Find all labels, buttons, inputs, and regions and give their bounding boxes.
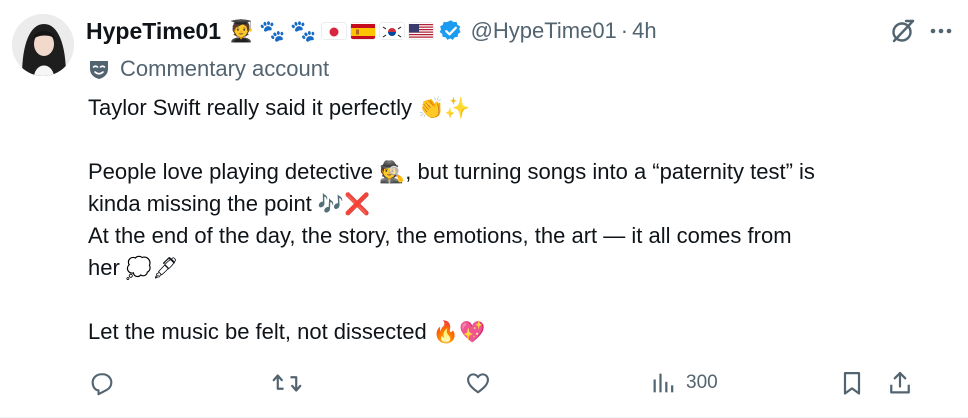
text-line: her 💭🖋 (88, 252, 938, 284)
handle[interactable]: @HypeTime01 (471, 18, 617, 44)
retweet-icon (272, 374, 302, 392)
commentary-account-label: Commentary account (88, 54, 329, 84)
more-options-icon[interactable] (926, 16, 956, 46)
text-line-3: kinda missing the point (88, 191, 312, 216)
name-emojis: 🧑‍🎓 🐾 🐾 (228, 18, 433, 44)
japan-flag-icon (321, 23, 346, 39)
text-line-2b: , but turning songs into a “paternity te… (405, 159, 815, 184)
paw-emoji: 🐾 (290, 18, 317, 43)
south-korea-flag-icon (379, 23, 404, 39)
reply-button[interactable] (88, 366, 116, 400)
theater-mask-icon (90, 61, 108, 79)
views-button[interactable]: 300 (650, 366, 718, 400)
text-line: Taylor Swift really said it perfectly 👏✨ (88, 92, 938, 124)
share-icon (890, 371, 910, 394)
text-line-2a: People love playing detective (88, 159, 373, 184)
clap-sparkle-emoji: 👏✨ (418, 96, 471, 120)
text-line: kinda missing the point 🎶❌ (88, 188, 938, 220)
share-button[interactable] (886, 366, 914, 400)
views-icon (653, 373, 674, 393)
avatar[interactable] (12, 14, 74, 76)
text-line-1: Taylor Swift really said it perfectly (88, 95, 412, 120)
views-count: 300 (686, 372, 718, 393)
reply-icon (91, 373, 113, 396)
grok-icon (892, 19, 915, 43)
tweet-text: Taylor Swift really said it perfectly 👏✨… (88, 92, 938, 348)
fire-heart-emoji: 🔥💖 (432, 320, 486, 344)
text-line: People love playing detective 🕵, but tur… (88, 156, 938, 188)
music-cross-emoji: 🎶❌ (317, 192, 371, 216)
thought-pen-emoji: 💭🖋 (125, 256, 179, 280)
separator-dot: · (620, 18, 629, 43)
grok-button[interactable] (888, 16, 918, 46)
avatar-image (12, 14, 74, 76)
action-bar: 300 (88, 366, 918, 400)
spain-flag-icon (350, 23, 375, 39)
like-button[interactable] (464, 366, 492, 400)
paw-emoji: 🐾 (259, 18, 286, 43)
bookmark-icon (843, 371, 861, 395)
detective-emoji: 🕵 (379, 160, 406, 184)
verified-badge-icon[interactable] (439, 19, 463, 43)
usa-flag-icon (408, 23, 433, 39)
commentary-label-text: Commentary account (120, 56, 330, 81)
tweet[interactable]: HypeTime01 🧑‍🎓 🐾 🐾 @HypeTime01 (0, 0, 968, 418)
retweet-button[interactable] (272, 366, 302, 400)
bookmark-button[interactable] (838, 366, 866, 400)
text-line: At the end of the day, the story, the em… (88, 220, 938, 252)
display-name[interactable]: HypeTime01 (86, 18, 221, 45)
text-line-6: Let the music be felt, not dissected (88, 319, 427, 344)
text-line-5: her (88, 255, 120, 280)
tweet-header: HypeTime01 🧑‍🎓 🐾 🐾 @HypeTime01 (86, 14, 657, 48)
text-line-4: At the end of the day, the story, the em… (88, 223, 792, 248)
student-emoji: 🧑‍🎓 (228, 18, 255, 43)
text-line: Let the music be felt, not dissected 🔥💖 (88, 316, 938, 348)
timestamp[interactable]: 4h (632, 18, 656, 44)
like-icon (467, 373, 489, 394)
